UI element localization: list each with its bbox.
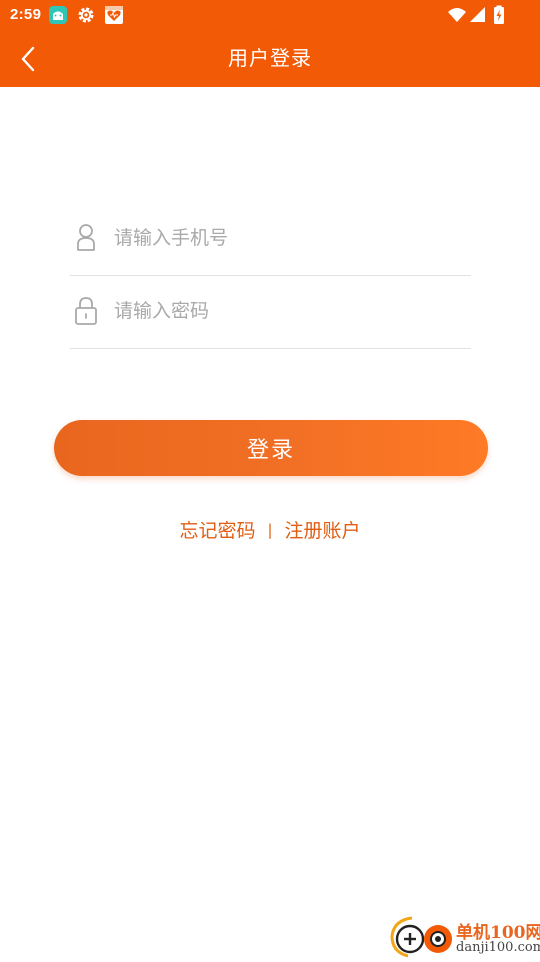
password-input[interactable] — [114, 290, 464, 332]
android-car-app-icon — [49, 6, 67, 24]
cell-signal-icon — [470, 7, 485, 22]
login-button[interactable]: 登录 — [54, 420, 488, 476]
settings-gear-icon — [78, 7, 94, 23]
watermark-en-text: danji100.com — [456, 940, 540, 955]
register-account-link[interactable]: 注册账户 — [285, 520, 361, 542]
wifi-icon — [448, 8, 466, 22]
link-divider: | — [267, 521, 273, 539]
back-button[interactable] — [10, 40, 46, 78]
phone-field — [70, 203, 471, 276]
app-bar: 用户登录 — [0, 30, 540, 87]
user-icon — [77, 224, 95, 251]
forgot-password-link[interactable]: 忘记密码 — [179, 520, 255, 542]
page-title: 用户登录 — [228, 46, 312, 70]
heart-app-icon — [105, 6, 123, 24]
status-time: 2:59 — [10, 6, 42, 23]
phone-input[interactable] — [114, 217, 464, 259]
battery-charging-icon — [494, 5, 504, 24]
lock-icon — [75, 297, 97, 325]
status-bar: 2:59 — [0, 0, 540, 30]
watermark-logo-icon — [390, 916, 452, 958]
watermark: 单机100网 danji100.com — [388, 912, 540, 958]
auth-links: 忘记密码 | 注册账户 — [0, 516, 540, 543]
chevron-left-icon — [21, 46, 35, 72]
password-field — [70, 276, 471, 349]
